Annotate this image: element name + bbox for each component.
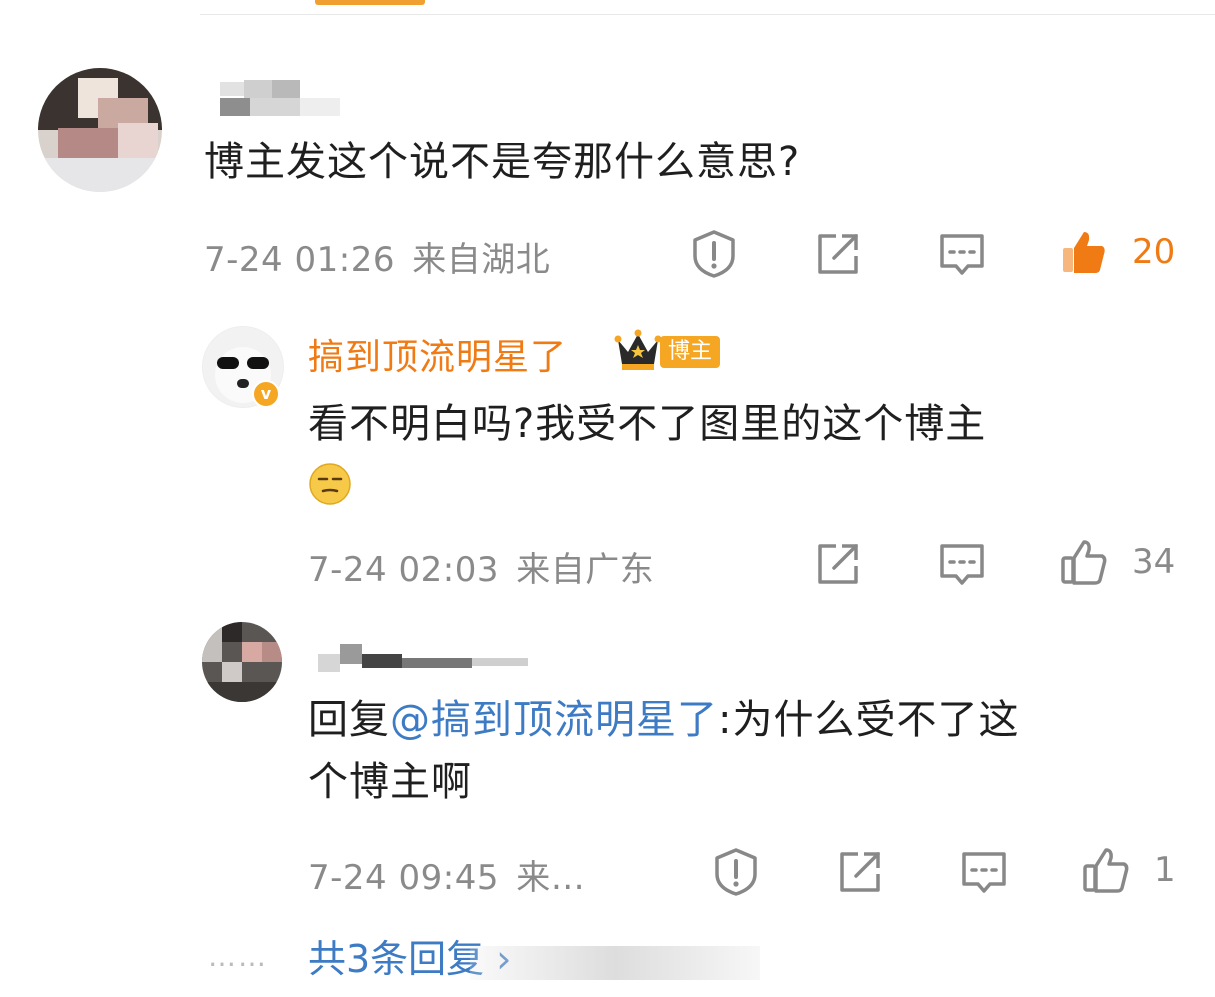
comment-text: 博主发这个说不是夸那什么意思?	[204, 139, 801, 185]
comment-time: 7-24 01:26	[204, 240, 395, 280]
reply-location: 来自广东	[516, 550, 655, 590]
reply-text: 看不明白吗?我受不了图里的这个博主	[308, 401, 987, 447]
reply2-location: 来…	[516, 858, 586, 898]
comment-icon[interactable]	[958, 846, 1010, 898]
comment-location: 来自湖北	[412, 240, 551, 280]
commenter-avatar[interactable]	[38, 68, 162, 192]
mention-link[interactable]: @搞到顶流明星了	[390, 697, 718, 743]
verified-v-icon: v	[252, 380, 280, 408]
reply-time: 7-24 02:03	[308, 550, 499, 590]
share-icon[interactable]	[834, 846, 886, 898]
share-icon[interactable]	[812, 538, 864, 590]
reply2-time: 7-24 09:45	[308, 858, 499, 898]
comment-icon[interactable]	[936, 228, 988, 280]
report-icon[interactable]	[688, 228, 740, 280]
top-divider	[200, 14, 1215, 15]
share-icon[interactable]	[812, 228, 864, 280]
reply2-text: :为什么受不了这	[718, 697, 1020, 743]
reply2-like-count: 1	[1154, 850, 1176, 890]
blogger-name[interactable]: 搞到顶流明星了	[308, 328, 567, 380]
thumbs-up-icon[interactable]	[1080, 844, 1132, 896]
reply2-meta: 7-24 09:45 来…	[308, 850, 585, 899]
crown-icon	[614, 328, 662, 372]
replier-avatar[interactable]	[202, 622, 282, 702]
divider-dots: ……	[208, 940, 268, 973]
reply-prefix: 回复	[308, 697, 390, 743]
reply2-text-line1: 回复@搞到顶流明星了:为什么受不了这	[308, 690, 1019, 750]
reply2-text-line2: 个博主啊	[308, 759, 472, 805]
smirk-emoji-icon	[308, 462, 352, 506]
commenter-name-blurred[interactable]	[220, 80, 340, 120]
report-icon[interactable]	[710, 846, 762, 898]
comment-meta: 7-24 01:26 来自湖北	[204, 232, 550, 281]
replier-name-blurred[interactable]	[318, 640, 528, 676]
watermark-blur	[470, 946, 760, 980]
thumbs-up-icon[interactable]	[1058, 226, 1110, 278]
comment-icon[interactable]	[936, 538, 988, 590]
blogger-badge: 博主	[660, 336, 721, 368]
like-count: 20	[1132, 232, 1176, 272]
reply-meta: 7-24 02:03 来自广东	[308, 542, 654, 591]
reply-like-count: 34	[1132, 542, 1176, 582]
top-accent-bar	[315, 0, 425, 5]
thumbs-up-icon[interactable]	[1058, 536, 1110, 588]
